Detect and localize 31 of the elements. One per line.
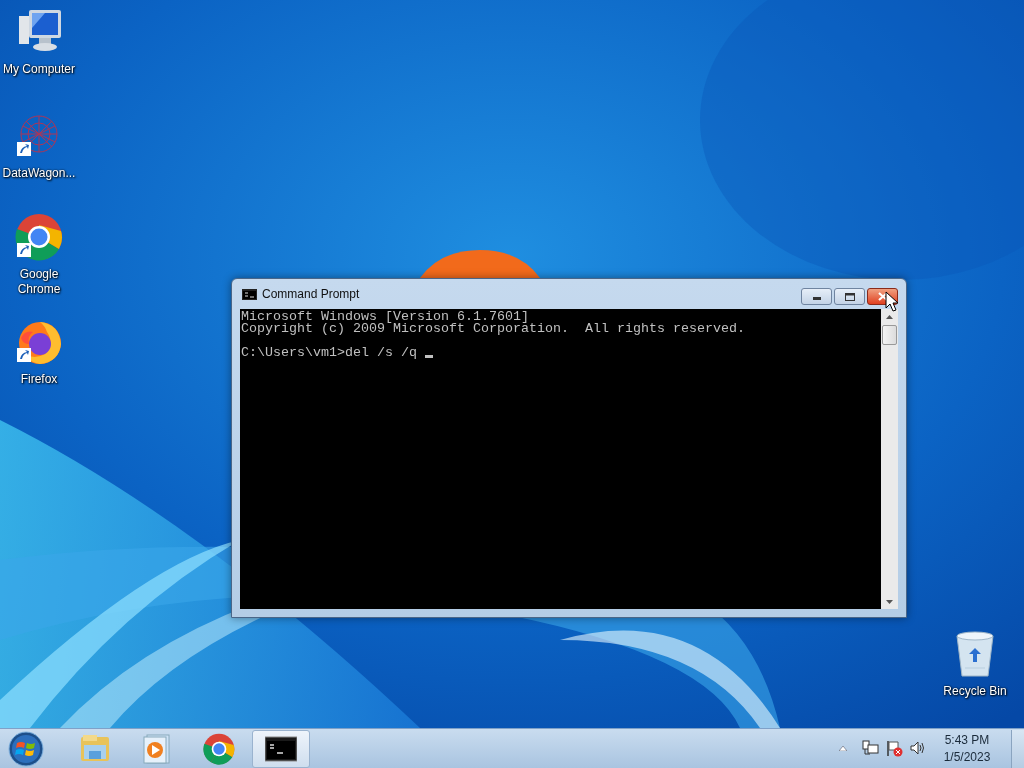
maximize-button[interactable] [834, 288, 865, 305]
flag-alert-icon[interactable] [886, 740, 903, 757]
taskbar-button[interactable] [252, 729, 310, 768]
chrome-icon [203, 732, 235, 765]
scrollbar[interactable] [881, 309, 898, 609]
start-button[interactable] [8, 730, 44, 767]
icon-label[interactable]: DataWagon... [0, 166, 78, 181]
console-area[interactable]: Microsoft Windows [Version 6.1.7601] Copyright (c) 2009 Microsoft Corporation. All rights reserved. C:\Users\vm1>del /s /q [240, 309, 881, 609]
window-title: Command Prompt [262, 287, 361, 301]
icon-label[interactable]: Recycle Bin [936, 684, 1014, 699]
terminal-icon [242, 288, 257, 300]
text-cursor [424, 355, 433, 358]
console-prompt: C:\Users\vm1>del /s /q [241, 347, 417, 359]
scroll-down-icon[interactable] [886, 600, 893, 604]
icon-label[interactable]: Firefox [0, 372, 78, 387]
scroll-up-icon[interactable] [886, 315, 893, 319]
maximize-icon [844, 292, 855, 301]
close-icon [877, 292, 888, 301]
icon-label[interactable]: My Computer [0, 62, 78, 77]
clock[interactable]: 5:43 PM 1/5/2023 [937, 731, 997, 766]
minimize-button[interactable] [801, 288, 832, 305]
console-text: Copyright (c) 2009 Microsoft Corporation. All rights reserved. [241, 323, 746, 335]
scrollbar-thumb[interactable] [882, 325, 897, 345]
icon-label[interactable]: Google Chrome [0, 267, 78, 297]
media-player-icon [141, 732, 173, 765]
network-icon[interactable] [862, 740, 879, 757]
show-hidden-icons-icon[interactable] [839, 746, 847, 751]
speaker-icon[interactable] [910, 740, 927, 757]
console-text: Microsoft Windows [Version 6.1.7601] [241, 311, 529, 323]
mouse-pointer-icon [885, 291, 899, 312]
chrome-icon[interactable] [15, 213, 63, 261]
